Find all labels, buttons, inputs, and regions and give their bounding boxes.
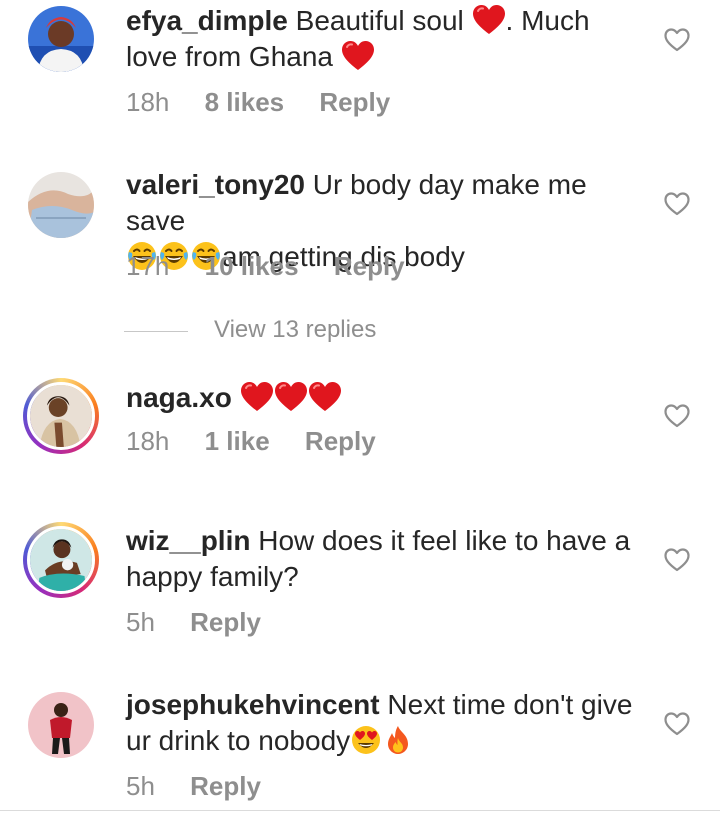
divider — [124, 331, 188, 332]
heart-outline-icon[interactable] — [664, 404, 690, 428]
reply-button[interactable]: Reply — [319, 87, 390, 117]
likes-count[interactable]: 8 likes — [205, 87, 285, 117]
reply-button[interactable]: Reply — [334, 251, 405, 281]
avatar[interactable] — [23, 522, 99, 598]
avatar[interactable] — [23, 378, 99, 454]
comment-item: wiz__plin How does it feel like to have … — [0, 518, 720, 678]
comment-meta: 5h Reply — [126, 607, 289, 638]
comment-text: naga.xo — [126, 380, 646, 416]
heart-outline-icon[interactable] — [664, 192, 690, 216]
avatar[interactable] — [28, 692, 94, 758]
comment-username[interactable]: josephukehvincent — [126, 689, 380, 720]
comment-text: efya_dimple Beautiful soul . Much love f… — [126, 3, 646, 75]
reply-button[interactable]: Reply — [190, 771, 261, 801]
comment-item: naga.xo 18h 1 like Reply — [0, 370, 720, 490]
red-heart-emoji — [341, 40, 375, 72]
comment-item: efya_dimple Beautiful soul . Much love f… — [0, 0, 720, 160]
view-replies-label[interactable]: View 13 replies — [214, 316, 376, 344]
comment-text: wiz__plin How does it feel like to have … — [126, 523, 646, 595]
comment-time: 17h — [126, 251, 170, 281]
divider — [0, 810, 720, 811]
comment-time: 5h — [126, 771, 155, 801]
comment-username[interactable]: naga.xo — [126, 382, 232, 413]
comment-meta: 5h Reply — [126, 771, 289, 802]
comment-meta: 18h 8 likes Reply — [126, 87, 418, 118]
comment-username[interactable]: efya_dimple — [126, 5, 288, 36]
reply-button[interactable]: Reply — [190, 607, 261, 637]
red-heart-emoji — [472, 4, 506, 36]
red-heart-emoji — [308, 381, 342, 413]
comment-time: 5h — [126, 607, 155, 637]
heart-outline-icon[interactable] — [664, 28, 690, 52]
comment-username[interactable]: valeri_tony20 — [126, 169, 305, 200]
heart-eyes-emoji — [350, 724, 382, 756]
red-heart-emoji — [240, 381, 274, 413]
reply-button[interactable]: Reply — [305, 426, 376, 456]
comment-meta: 17h 10 likes Reply — [126, 251, 433, 282]
likes-count[interactable]: 1 like — [205, 426, 270, 456]
avatar[interactable] — [28, 172, 94, 238]
comment-time: 18h — [126, 426, 170, 456]
red-heart-emoji — [274, 381, 308, 413]
comment-body: Beautiful soul — [287, 5, 472, 36]
fire-emoji — [382, 724, 414, 756]
comment-text: josephukehvincent Next time don't give u… — [126, 687, 646, 759]
comment-username[interactable]: wiz__plin — [126, 525, 250, 556]
comment-body — [232, 382, 240, 413]
heart-outline-icon[interactable] — [664, 712, 690, 736]
comment-item: josephukehvincent Next time don't give u… — [0, 684, 720, 810]
comment-item: valeri_tony20 Ur body day make me save a… — [0, 160, 720, 310]
likes-count[interactable]: 10 likes — [205, 251, 299, 281]
comment-meta: 18h 1 like Reply — [126, 426, 404, 457]
heart-outline-icon[interactable] — [664, 548, 690, 572]
comment-time: 18h — [126, 87, 170, 117]
avatar[interactable] — [28, 6, 94, 72]
